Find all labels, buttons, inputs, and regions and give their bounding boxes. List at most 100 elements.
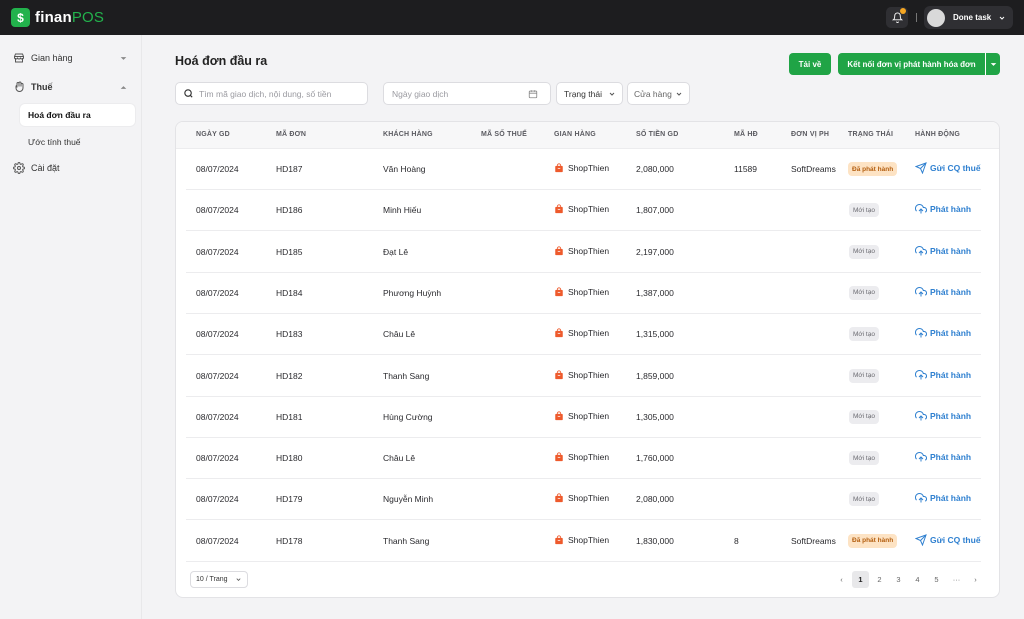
more-pages-button[interactable]: ··· [948, 571, 965, 588]
user-name: Done task [953, 13, 992, 22]
cell-amount: 2,080,000 [636, 494, 674, 505]
issue-invoice-button[interactable]: Phát hành [915, 492, 971, 504]
cell-customer: Văn Hoàng [383, 164, 426, 174]
sidebar-subitem-output-invoices[interactable]: Hoá đơn đầu ra [20, 104, 135, 126]
issue-invoice-button[interactable]: Phát hành [915, 327, 971, 339]
table-row[interactable]: 08/07/2024 HD180 Châu Lê 1,760,000 ShopThien… [176, 438, 999, 480]
cloud-upload-icon [915, 327, 930, 339]
caret-down-icon[interactable] [120, 55, 127, 62]
sidebar-item-store[interactable]: Gian hàng [13, 52, 73, 64]
page-3-button[interactable]: 3 [890, 571, 907, 588]
page-5-button[interactable]: 5 [928, 571, 945, 588]
cell-customer: Châu Lê [383, 453, 416, 464]
sidebar-item-label: Cài đặt [31, 163, 60, 173]
action-label: Phát hành [930, 493, 972, 504]
table-row[interactable]: 08/07/2024 HD187 Văn Hoàng 2,080,000 11589 So… [176, 149, 999, 190]
action-label: Phát hành [930, 328, 972, 339]
cloud-upload-icon [915, 410, 930, 422]
cell-store: ShopThien [554, 246, 609, 256]
cell-order-id: HD178 [276, 535, 303, 546]
cell-invoice-no: 8 [734, 535, 739, 546]
cell-store: ShopThien [554, 493, 609, 503]
connect-issuer-button[interactable]: Kết nối đơn vị phát hành hóa đơn [838, 53, 985, 75]
invoice-table: NGÀY GD MÃ ĐƠN KHÁCH HÀNG MÃ SỐ THUẾ GIA… [175, 121, 1000, 598]
store-name: ShopThien [568, 163, 610, 173]
table-row[interactable]: 08/07/2024 HD183 Châu Lê 1,315,000 ShopThien… [176, 314, 999, 356]
prev-page-button[interactable]: ‹ [833, 571, 850, 588]
cell-store: ShopThien [554, 163, 609, 173]
status-select[interactable]: Trạng thái [556, 82, 623, 105]
cell-order-id: HD182 [276, 370, 303, 381]
page-4-button[interactable]: 4 [909, 571, 926, 588]
table-row[interactable]: 08/07/2024 HD182 Thanh Sang 1,859,000 ShopTh… [176, 356, 999, 397]
cell-amount: 1,760,000 [636, 453, 674, 464]
issue-invoice-button[interactable]: Phát hành [915, 451, 971, 463]
download-button[interactable]: Tải về [789, 53, 831, 75]
date-input[interactable] [392, 88, 528, 99]
issue-invoice-button[interactable]: Phát hành [915, 245, 971, 257]
status-badge: Mới tạo [849, 368, 879, 383]
search-input[interactable] [199, 88, 367, 99]
send-tax-authority-button[interactable]: Gửi CQ thuế [915, 533, 981, 546]
user-menu[interactable]: Done task [924, 6, 1013, 29]
shopping-bag-icon [554, 204, 564, 214]
cell-date: 08/07/2024 [196, 246, 239, 257]
sidebar-subitem-tax-estimate[interactable]: Ước tính thuế [20, 131, 135, 153]
status-badge: Đã phát hành [848, 162, 898, 176]
shopping-bag-icon [554, 411, 564, 421]
notification-button[interactable] [886, 7, 908, 28]
table-row[interactable]: 08/07/2024 HD185 Đạt Lê 2,197,000 ShopThien M… [176, 232, 999, 273]
sidebar-item-tax[interactable]: Thuế [13, 81, 53, 93]
page-1-button[interactable]: 1 [852, 571, 869, 588]
status-badge: Mới tạo [849, 244, 879, 259]
next-page-button[interactable]: › [967, 571, 984, 588]
issue-invoice-button[interactable]: Phát hành [915, 286, 971, 298]
cell-amount: 1,387,000 [636, 287, 674, 298]
cell-store: ShopThien [554, 535, 609, 545]
table-row[interactable]: 08/07/2024 HD181 Hùng Cường 1,305,000 ShopTh… [176, 397, 999, 438]
cell-date: 08/07/2024 [196, 287, 239, 298]
page-2-button[interactable]: 2 [871, 571, 888, 588]
sidebar-item-label: Gian hàng [31, 53, 73, 63]
send-icon [915, 533, 930, 546]
issue-invoice-button[interactable]: Phát hành [915, 410, 971, 422]
table-row[interactable]: 08/07/2024 HD178 Thanh Sang 1,830,000 8 SoftD… [176, 521, 999, 562]
store-name: ShopThien [568, 204, 610, 215]
sidebar-item-settings[interactable]: Cài đặt [13, 162, 60, 174]
cloud-upload-icon [915, 451, 930, 463]
column-header: TRẠNG THÁI [848, 131, 894, 138]
shopping-bag-icon [554, 163, 564, 173]
table-row[interactable]: 08/07/2024 HD184 Phương Huỳnh 1,387,000 Shop… [176, 273, 999, 314]
status-badge: Mới tạo [849, 203, 879, 218]
search-field[interactable] [175, 82, 368, 105]
action-label: Gửi CQ thuế [930, 163, 981, 173]
date-field[interactable] [383, 82, 551, 105]
store-name: ShopThien [568, 493, 610, 504]
cell-customer: Nguyễn Minh [383, 494, 434, 505]
issue-invoice-button[interactable]: Phát hành [915, 203, 971, 215]
store-select[interactable]: Cửa hàng [627, 82, 690, 105]
shopping-bag-icon [554, 287, 564, 297]
logo[interactable]: $ finanPOS [11, 8, 104, 27]
cell-amount: 1,807,000 [636, 205, 674, 216]
table-row[interactable]: 08/07/2024 HD179 Nguyễn Minh 2,080,000 ShopT… [176, 479, 999, 521]
page-title: Hoá đơn đầu ra [175, 54, 268, 68]
cell-customer: Minh Hiếu [383, 205, 422, 216]
cell-amount: 2,080,000 [636, 164, 674, 174]
cell-amount: 1,305,000 [636, 411, 674, 422]
divider [916, 13, 917, 22]
caret-up-icon[interactable] [120, 84, 127, 91]
issue-invoice-button[interactable]: Phát hành [915, 369, 971, 381]
cell-order-id: HD186 [276, 205, 303, 216]
store-name: ShopThien [568, 328, 610, 339]
shopping-bag-icon [554, 246, 564, 256]
chevron-down-icon [609, 92, 615, 96]
connect-issuer-dropdown[interactable] [985, 53, 1000, 75]
action-label: Phát hành [930, 286, 972, 297]
cell-order-id: HD180 [276, 453, 303, 464]
table-row[interactable]: 08/07/2024 HD186 Minh Hiếu 1,807,000 ShopThi… [176, 190, 999, 232]
send-tax-authority-button[interactable]: Gửi CQ thuế [915, 162, 981, 174]
cloud-upload-icon [915, 369, 930, 381]
action-label: Phát hành [930, 245, 972, 256]
page-size-select[interactable]: 10 / Trang [190, 571, 248, 588]
